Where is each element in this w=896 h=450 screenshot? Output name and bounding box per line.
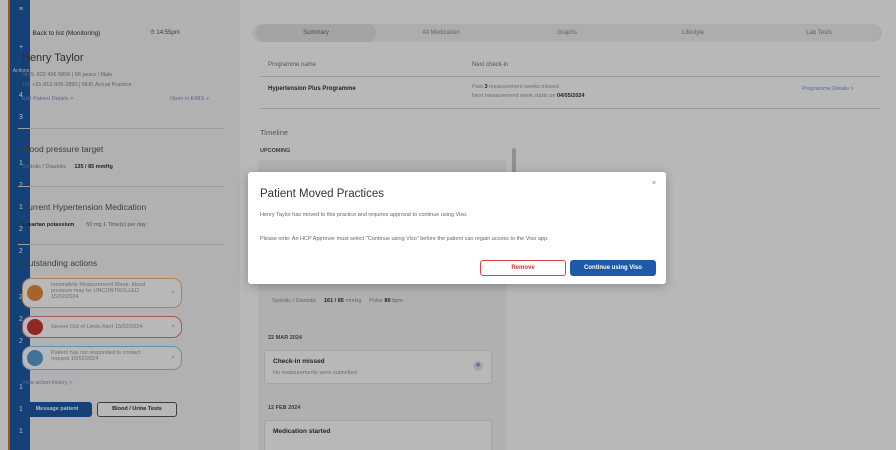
close-icon[interactable]: ×	[652, 180, 656, 187]
remove-button[interactable]: Remove	[480, 260, 566, 276]
dialog-note: Please note: An HCP Approver must select…	[260, 236, 549, 242]
patient-moved-dialog: Patient Moved Practices × Henry Taylor h…	[248, 172, 666, 284]
continue-using-viso-button[interactable]: Continue using Viso	[570, 260, 656, 276]
dialog-title: Patient Moved Practices	[260, 188, 385, 200]
dialog-message: Henry Taylor has moved to this practice …	[260, 212, 468, 218]
